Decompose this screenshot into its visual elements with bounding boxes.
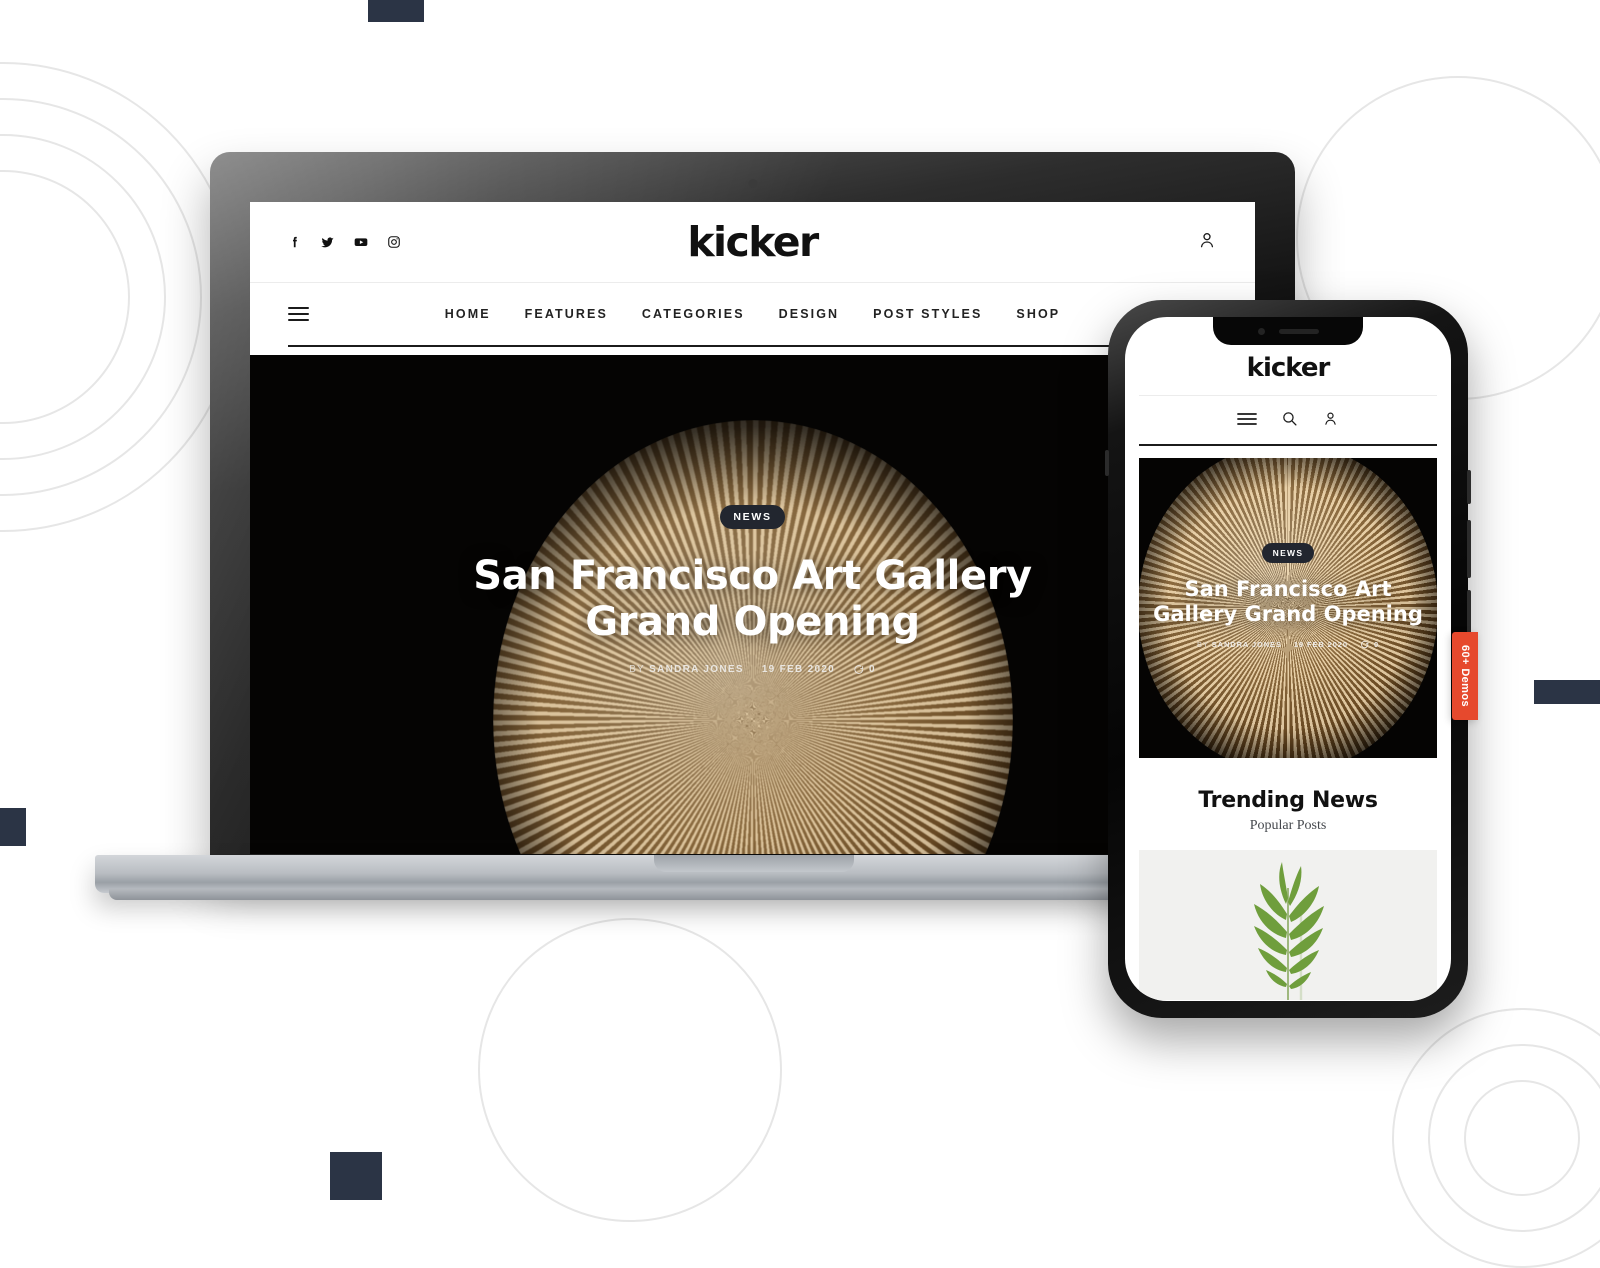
nav-item-home[interactable]: HOME [445, 307, 491, 321]
hero-category-badge[interactable]: NEWS [720, 505, 785, 529]
hero-by-prefix: BY [629, 663, 646, 675]
phone-hero-by-prefix: BY [1196, 640, 1209, 650]
trending-post-thumbnail[interactable] [1139, 850, 1437, 1000]
account-icon[interactable] [1197, 230, 1217, 255]
hero-comment-count[interactable]: 0 [853, 664, 876, 675]
phone-hero-title[interactable]: San Francisco Art Gallery Grand Opening [1153, 577, 1423, 627]
youtube-icon[interactable] [353, 234, 369, 250]
desktop-hero[interactable]: NEWS San Francisco Art Gallery Grand Ope… [250, 355, 1255, 854]
user-icon[interactable] [1322, 410, 1339, 432]
hero-content: NEWS San Francisco Art Gallery Grand Ope… [250, 355, 1255, 675]
laptop-screen: kicker HOME FEATURES CATEGORIES DESIGN P… [250, 202, 1255, 854]
phone-trending-section: Trending News Popular Posts [1125, 788, 1451, 834]
nav-item-categories[interactable]: CATEGORIES [642, 307, 745, 321]
phone-camera-icon [1257, 327, 1265, 335]
phone-hero-author-name[interactable]: SANDRA JONES [1212, 640, 1282, 649]
hero-comment-number: 0 [869, 663, 876, 675]
main-nav: HOME FEATURES CATEGORIES DESIGN POST STY… [445, 307, 1060, 321]
decor-ring [1464, 1080, 1580, 1196]
hero-date: 19 FEB 2020 [761, 663, 836, 675]
phone-hero-category-badge[interactable]: NEWS [1261, 543, 1315, 563]
search-icon[interactable] [1281, 410, 1298, 432]
desktop-navbar: HOME FEATURES CATEGORIES DESIGN POST STY… [250, 282, 1255, 345]
decor-square [368, 0, 424, 22]
hero-title[interactable]: San Francisco Art Gallery Grand Opening [473, 553, 1033, 646]
comment-bubble-icon [1361, 641, 1369, 649]
phone-hero-comment-count[interactable]: 0 [1360, 640, 1379, 649]
phone-speaker [1278, 328, 1319, 334]
hero-author-name[interactable]: SANDRA JONES [649, 664, 744, 675]
site-logo[interactable]: kicker [687, 218, 819, 266]
comment-bubble-icon [854, 664, 864, 674]
decor-ring [478, 918, 782, 1222]
social-links [288, 234, 401, 250]
phone-hero[interactable]: NEWS San Francisco Art Gallery Grand Ope… [1139, 458, 1437, 758]
facebook-icon[interactable] [288, 235, 302, 249]
phone-hero-meta: BY SANDRA JONES 19 FEB 2020 0 [1139, 640, 1437, 649]
decor-square [0, 808, 26, 846]
phone-hero-content: NEWS San Francisco Art Gallery Grand Ope… [1139, 458, 1437, 649]
mockup-stage: kicker HOME FEATURES CATEGORIES DESIGN P… [0, 0, 1600, 1268]
twitter-icon[interactable] [320, 235, 335, 250]
phone-hero-author: BY SANDRA JONES [1197, 640, 1282, 649]
trending-subheading: Popular Posts [1249, 818, 1327, 833]
phone-notch [1213, 317, 1363, 345]
hero-author: BY SANDRA JONES [629, 664, 744, 675]
phone-volume-up-button [1467, 470, 1471, 504]
desktop-topbar: kicker [250, 202, 1255, 282]
phone-hero-comment-number: 0 [1373, 640, 1380, 650]
nav-item-shop[interactable]: SHOP [1016, 307, 1060, 321]
nav-item-post-styles[interactable]: POST STYLES [873, 307, 982, 321]
instagram-icon[interactable] [387, 235, 401, 249]
laptop-webcam-icon [748, 179, 757, 188]
decor-square [330, 1152, 382, 1200]
hero-meta: BY SANDRA JONES 19 FEB 2020 0 [250, 664, 1255, 675]
demos-tab-label: 60+ Demos [1459, 645, 1471, 707]
hamburger-icon[interactable] [288, 307, 309, 321]
decor-square [1534, 680, 1600, 704]
phone-volume-down-button [1467, 520, 1471, 578]
navbar-divider [288, 345, 1217, 347]
phone-hero-date: 19 FEB 2020 [1293, 640, 1348, 650]
nav-item-design[interactable]: DESIGN [779, 307, 840, 321]
trending-heading: Trending News [1198, 788, 1378, 813]
demos-tab[interactable]: 60+ Demos [1452, 632, 1478, 720]
palm-frond-icon [1254, 862, 1324, 1000]
nav-item-features[interactable]: FEATURES [525, 307, 608, 321]
